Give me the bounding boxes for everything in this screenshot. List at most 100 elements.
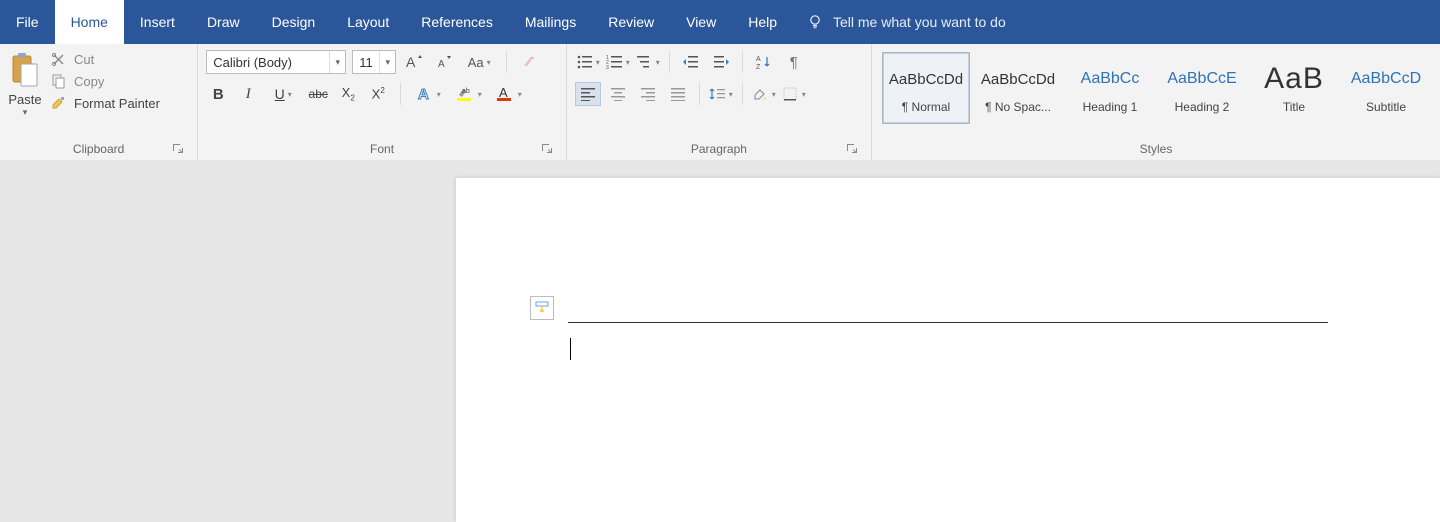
format-painter-button[interactable]: Format Painter [50, 94, 160, 112]
svg-text:A: A [756, 56, 761, 63]
clear-formatting-button[interactable] [517, 50, 541, 74]
tab-review[interactable]: Review [592, 0, 670, 44]
font-name-combo[interactable]: Calibri (Body) ▾ [206, 50, 346, 74]
style-preview: AaBbCcE [1167, 62, 1236, 96]
change-case-button[interactable]: Aa▾ [462, 50, 496, 74]
style-item---normal[interactable]: AaBbCcDd ¶ Normal [882, 52, 970, 124]
tab-references[interactable]: References [405, 0, 509, 44]
style-name: Heading 2 [1175, 100, 1230, 114]
chevron-down-icon[interactable]: ▾ [329, 51, 345, 73]
strikethrough-button[interactable]: abc [306, 82, 330, 106]
style-preview: AaBbCc [1081, 62, 1140, 96]
paste-dropdown-icon[interactable]: ▾ [23, 107, 28, 118]
multilevel-list-button[interactable]: ▾ [635, 50, 661, 74]
style-gallery: AaBbCcDd¶ NormalAaBbCcDd¶ No Spac...AaBb… [880, 50, 1432, 126]
ribbon: Paste ▾ Cut Copy [0, 44, 1440, 160]
tab-draw[interactable]: Draw [191, 0, 256, 44]
style-name: Heading 1 [1083, 100, 1138, 114]
underline-button[interactable]: U▾ [266, 82, 300, 106]
increase-indent-button[interactable] [708, 50, 734, 74]
separator [742, 83, 743, 105]
font-launcher[interactable] [540, 142, 554, 156]
text-cursor [570, 338, 571, 360]
style-preview: AaBbCcDd [981, 62, 1055, 96]
style-item-heading-1[interactable]: AaBbCc Heading 1 [1066, 52, 1154, 124]
bullets-button[interactable]: ▾ [575, 50, 601, 74]
tab-home[interactable]: Home [55, 0, 124, 44]
style-preview: AaB [1264, 62, 1324, 96]
tab-help[interactable]: Help [732, 0, 793, 44]
style-item-title[interactable]: AaB Title [1250, 52, 1338, 124]
highlight-button[interactable]: ab▾ [451, 82, 485, 106]
paragraph-group-label: Paragraph [575, 138, 863, 160]
bold-button[interactable]: B [206, 82, 230, 106]
cut-button[interactable]: Cut [50, 50, 160, 68]
decrease-indent-button[interactable] [678, 50, 704, 74]
font-color-button[interactable]: A▾ [491, 82, 525, 106]
group-clipboard: Paste ▾ Cut Copy [0, 44, 198, 160]
styles-group-label: Styles [880, 138, 1432, 160]
sort-button[interactable]: AZ [751, 50, 777, 74]
align-left-button[interactable] [575, 82, 601, 106]
tab-view[interactable]: View [670, 0, 732, 44]
style-item-heading-2[interactable]: AaBbCcE Heading 2 [1158, 52, 1246, 124]
separator [669, 51, 670, 73]
clipboard-launcher[interactable] [171, 142, 185, 156]
style-name: ¶ No Spac... [985, 100, 1051, 114]
format-painter-icon [50, 94, 68, 112]
borders-button[interactable]: ▾ [781, 82, 807, 106]
font-size-combo[interactable]: 11 ▾ [352, 50, 396, 74]
group-paragraph: ▾ 123▾ ▾ [567, 44, 872, 160]
clipboard-group-label: Clipboard [8, 138, 189, 160]
lightbulb-icon [807, 14, 823, 30]
group-font: Calibri (Body) ▾ 11 ▾ A A Aa▾ [198, 44, 567, 160]
menu-bar: File Home Insert Draw Design Layout Refe… [0, 0, 1440, 44]
paste-icon [8, 50, 42, 90]
style-item-subtitle[interactable]: AaBbCcD Subtitle [1342, 52, 1430, 124]
paragraph-launcher[interactable] [845, 142, 859, 156]
style-name: Subtitle [1366, 100, 1406, 114]
superscript-button[interactable]: X2 [366, 82, 390, 106]
copy-icon [50, 72, 68, 90]
separator [506, 51, 507, 73]
tab-file[interactable]: File [0, 0, 55, 44]
style-name: ¶ Normal [902, 100, 950, 114]
document-page[interactable] [456, 178, 1440, 522]
show-paragraph-marks-button[interactable]: ¶ [781, 50, 807, 74]
line-spacing-button[interactable]: ▾ [708, 82, 734, 106]
tab-insert[interactable]: Insert [124, 0, 191, 44]
tab-layout[interactable]: Layout [331, 0, 405, 44]
svg-text:A: A [406, 54, 416, 70]
justify-button[interactable] [665, 82, 691, 106]
style-preview: AaBbCcDd [889, 62, 963, 96]
svg-text:ab: ab [462, 88, 470, 95]
numbering-button[interactable]: 123▾ [605, 50, 631, 74]
align-center-button[interactable] [605, 82, 631, 106]
align-right-button[interactable] [635, 82, 661, 106]
tell-me-search[interactable]: Tell me what you want to do [793, 0, 1020, 44]
svg-text:A: A [438, 59, 445, 70]
style-item---no-spac---[interactable]: AaBbCcDd ¶ No Spac... [974, 52, 1062, 124]
shading-button[interactable]: ▾ [751, 82, 777, 106]
italic-button[interactable]: I [236, 82, 260, 106]
paste-button[interactable]: Paste ▾ [8, 50, 48, 118]
font-group-label: Font [206, 138, 558, 160]
separator [699, 83, 700, 105]
grow-font-button[interactable]: A [402, 50, 426, 74]
shrink-font-button[interactable]: A [432, 50, 456, 74]
text-effects-button[interactable]: A▾ [411, 82, 445, 106]
group-styles: AaBbCcDd¶ NormalAaBbCcDd¶ No Spac...AaBb… [872, 44, 1440, 160]
style-name: Title [1283, 100, 1305, 114]
subscript-button[interactable]: X2 [336, 82, 360, 106]
svg-text:A: A [418, 86, 429, 103]
header-separator [568, 322, 1328, 323]
separator [400, 83, 401, 105]
tab-mailings[interactable]: Mailings [509, 0, 592, 44]
style-preview: AaBbCcD [1351, 62, 1421, 96]
tab-design[interactable]: Design [256, 0, 332, 44]
svg-text:A: A [499, 85, 508, 100]
chevron-down-icon[interactable]: ▾ [379, 51, 395, 73]
header-tag-icon[interactable] [530, 296, 554, 320]
separator [742, 51, 743, 73]
copy-button[interactable]: Copy [50, 72, 160, 90]
